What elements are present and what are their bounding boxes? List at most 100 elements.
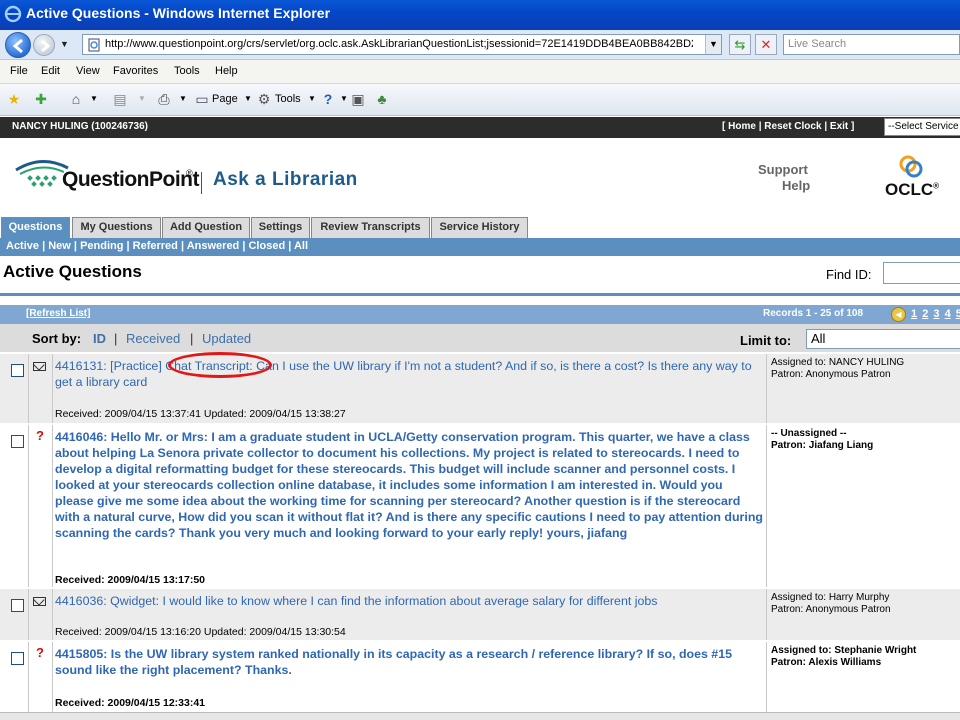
subnav-pending[interactable]: Pending xyxy=(80,240,123,252)
question-checkbox[interactable] xyxy=(11,435,24,448)
address-toolbar: ▼ http://www.questionpoint.org/crs/servl… xyxy=(0,30,960,60)
exit-link[interactable]: Exit xyxy=(830,121,848,132)
assigned-to-text: -- Unassigned -- xyxy=(771,428,847,439)
question-link[interactable]: 4416046: Hello Mr. or Mrs: I am a gradua… xyxy=(55,429,763,541)
messenger-icon[interactable]: ♣ xyxy=(374,91,390,107)
page-link-4[interactable]: 4 xyxy=(945,308,951,320)
gear-icon[interactable]: ⚙ xyxy=(256,91,272,107)
reset-clock-link[interactable]: Reset Clock xyxy=(764,121,821,132)
top-links-open: [ xyxy=(722,121,726,132)
question-link[interactable]: 4416036: Qwidget: I would like to know w… xyxy=(55,593,763,609)
help-link[interactable]: Help xyxy=(782,178,810,193)
add-favorite-icon[interactable]: ✚ xyxy=(33,91,49,107)
back-button[interactable] xyxy=(5,32,31,58)
print-dropdown-icon[interactable]: ▼ xyxy=(175,91,191,107)
find-id-input[interactable] xyxy=(883,262,960,284)
page-menu[interactable]: Page xyxy=(212,93,238,105)
tab-questions[interactable]: Questions xyxy=(1,217,70,238)
status-icon-cell: ? xyxy=(29,425,53,587)
menu-edit[interactable]: Edit xyxy=(41,65,60,77)
previous-page-icon[interactable]: ◀ xyxy=(891,307,906,322)
subnav-closed[interactable]: Closed xyxy=(248,240,285,252)
patron-name: Patron: Alexis Williams xyxy=(771,657,882,668)
question-checkbox[interactable] xyxy=(11,364,24,377)
subnav-answered[interactable]: Answered xyxy=(187,240,240,252)
page-link-3[interactable]: 3 xyxy=(933,308,939,320)
status-icon-cell xyxy=(29,589,53,640)
service-select[interactable]: --Select Service xyxy=(884,118,960,136)
print-icon[interactable]: ⎙ xyxy=(156,91,172,107)
question-row[interactable]: ? 4416046: Hello Mr. or Mrs: I am a grad… xyxy=(0,424,960,587)
live-search-input[interactable]: Live Search xyxy=(783,34,960,55)
menu-help[interactable]: Help xyxy=(215,65,238,77)
menu-favorites[interactable]: Favorites xyxy=(113,65,158,77)
checkbox-cell xyxy=(0,589,29,640)
question-checkbox[interactable] xyxy=(11,652,24,665)
history-dropdown-icon[interactable]: ▼ xyxy=(60,39,69,49)
subnav-sep: | xyxy=(39,240,49,252)
page-link-2[interactable]: 2 xyxy=(922,308,928,320)
tools-menu[interactable]: Tools xyxy=(275,93,301,105)
question-link[interactable]: 4415805: Is the UW library system ranked… xyxy=(55,646,763,678)
feeds-icon[interactable]: ▤ xyxy=(112,91,128,107)
limit-to-select[interactable]: All xyxy=(806,329,960,349)
list-header-bar: [Refresh List] Records 1 - 25 of 108 ◀ 1… xyxy=(0,305,960,324)
question-row[interactable]: 4416131: [Practice] Chat Transcript: Can… xyxy=(0,353,960,423)
question-dates: Received: 2009/04/15 13:17:50 xyxy=(55,574,206,586)
assigned-to-text: Assigned to: Harry Murphy xyxy=(771,592,890,603)
window-title: Active Questions - Windows Internet Expl… xyxy=(26,5,331,21)
address-dropdown-icon[interactable]: ▼ xyxy=(705,35,721,54)
question-row[interactable]: 4416036: Qwidget: I would like to know w… xyxy=(0,588,960,640)
sort-id-link[interactable]: ID xyxy=(93,331,106,346)
checkbox-cell xyxy=(0,642,29,712)
support-link[interactable]: Support xyxy=(758,162,808,177)
tab-review-transcripts[interactable]: Review Transcripts xyxy=(311,217,430,238)
logo-divider xyxy=(201,172,202,194)
question-icon: ? xyxy=(36,428,44,443)
refresh-list-link[interactable]: [Refresh List] xyxy=(26,308,90,319)
tab-my-questions[interactable]: My Questions xyxy=(72,217,161,238)
user-bar: NANCY HULING (100246736) [ Home | Reset … xyxy=(0,117,960,138)
feeds-dropdown-icon[interactable]: ▼ xyxy=(134,91,150,107)
status-icon-cell: ? xyxy=(29,642,53,712)
tab-add-question[interactable]: Add Question xyxy=(162,217,250,238)
sort-received-link[interactable]: Received xyxy=(126,331,180,346)
page-menu-icon[interactable]: ▭ xyxy=(194,91,210,107)
page-link-5[interactable]: 5 xyxy=(956,308,960,320)
records-count: Records 1 - 25 of 108 xyxy=(763,308,864,319)
home-link[interactable]: Home xyxy=(728,121,756,132)
status-icon-cell xyxy=(29,354,53,423)
menu-view[interactable]: View xyxy=(76,65,100,77)
menu-file[interactable]: File xyxy=(10,65,28,77)
subnav-referred[interactable]: Referred xyxy=(133,240,178,252)
home-icon[interactable]: ⌂ xyxy=(68,91,84,107)
tab-settings[interactable]: Settings xyxy=(251,217,310,238)
page-dropdown-icon[interactable]: ▼ xyxy=(240,91,256,107)
tab-service-history[interactable]: Service History xyxy=(431,217,528,238)
stop-button[interactable]: ✕ xyxy=(755,34,777,55)
question-checkbox[interactable] xyxy=(11,599,24,612)
envelope-icon xyxy=(33,597,46,606)
subnav-all[interactable]: All xyxy=(294,240,308,252)
menu-tools[interactable]: Tools xyxy=(174,65,200,77)
favorites-star-icon[interactable]: ★ xyxy=(6,91,22,107)
subnav-new[interactable]: New xyxy=(48,240,71,252)
address-url[interactable]: http://www.questionpoint.org/crs/servlet… xyxy=(105,38,693,50)
sort-separator: | xyxy=(190,331,194,346)
oclc-trademark: ® xyxy=(933,181,940,191)
tools-dropdown-icon[interactable]: ▼ xyxy=(304,91,320,107)
forward-button[interactable] xyxy=(33,34,55,56)
research-icon[interactable]: ▣ xyxy=(350,91,366,107)
sort-updated-link[interactable]: Updated xyxy=(202,331,251,346)
address-bar[interactable]: http://www.questionpoint.org/crs/servlet… xyxy=(82,34,722,55)
help-icon[interactable]: ? xyxy=(320,91,336,107)
refresh-button[interactable]: ⇆ xyxy=(729,34,751,55)
question-link[interactable]: 4416131: [Practice] Chat Transcript: Can… xyxy=(55,358,763,390)
back-arrow-icon xyxy=(12,38,23,54)
subnav-active[interactable]: Active xyxy=(6,240,39,252)
checkbox-cell xyxy=(0,425,29,587)
question-dates: Received: 2009/04/15 13:37:41 Updated: 2… xyxy=(55,408,346,420)
question-row[interactable]: ? 4415805: Is the UW library system rank… xyxy=(0,641,960,712)
page-link-1[interactable]: 1 xyxy=(911,308,917,320)
home-dropdown-icon[interactable]: ▼ xyxy=(86,91,102,107)
